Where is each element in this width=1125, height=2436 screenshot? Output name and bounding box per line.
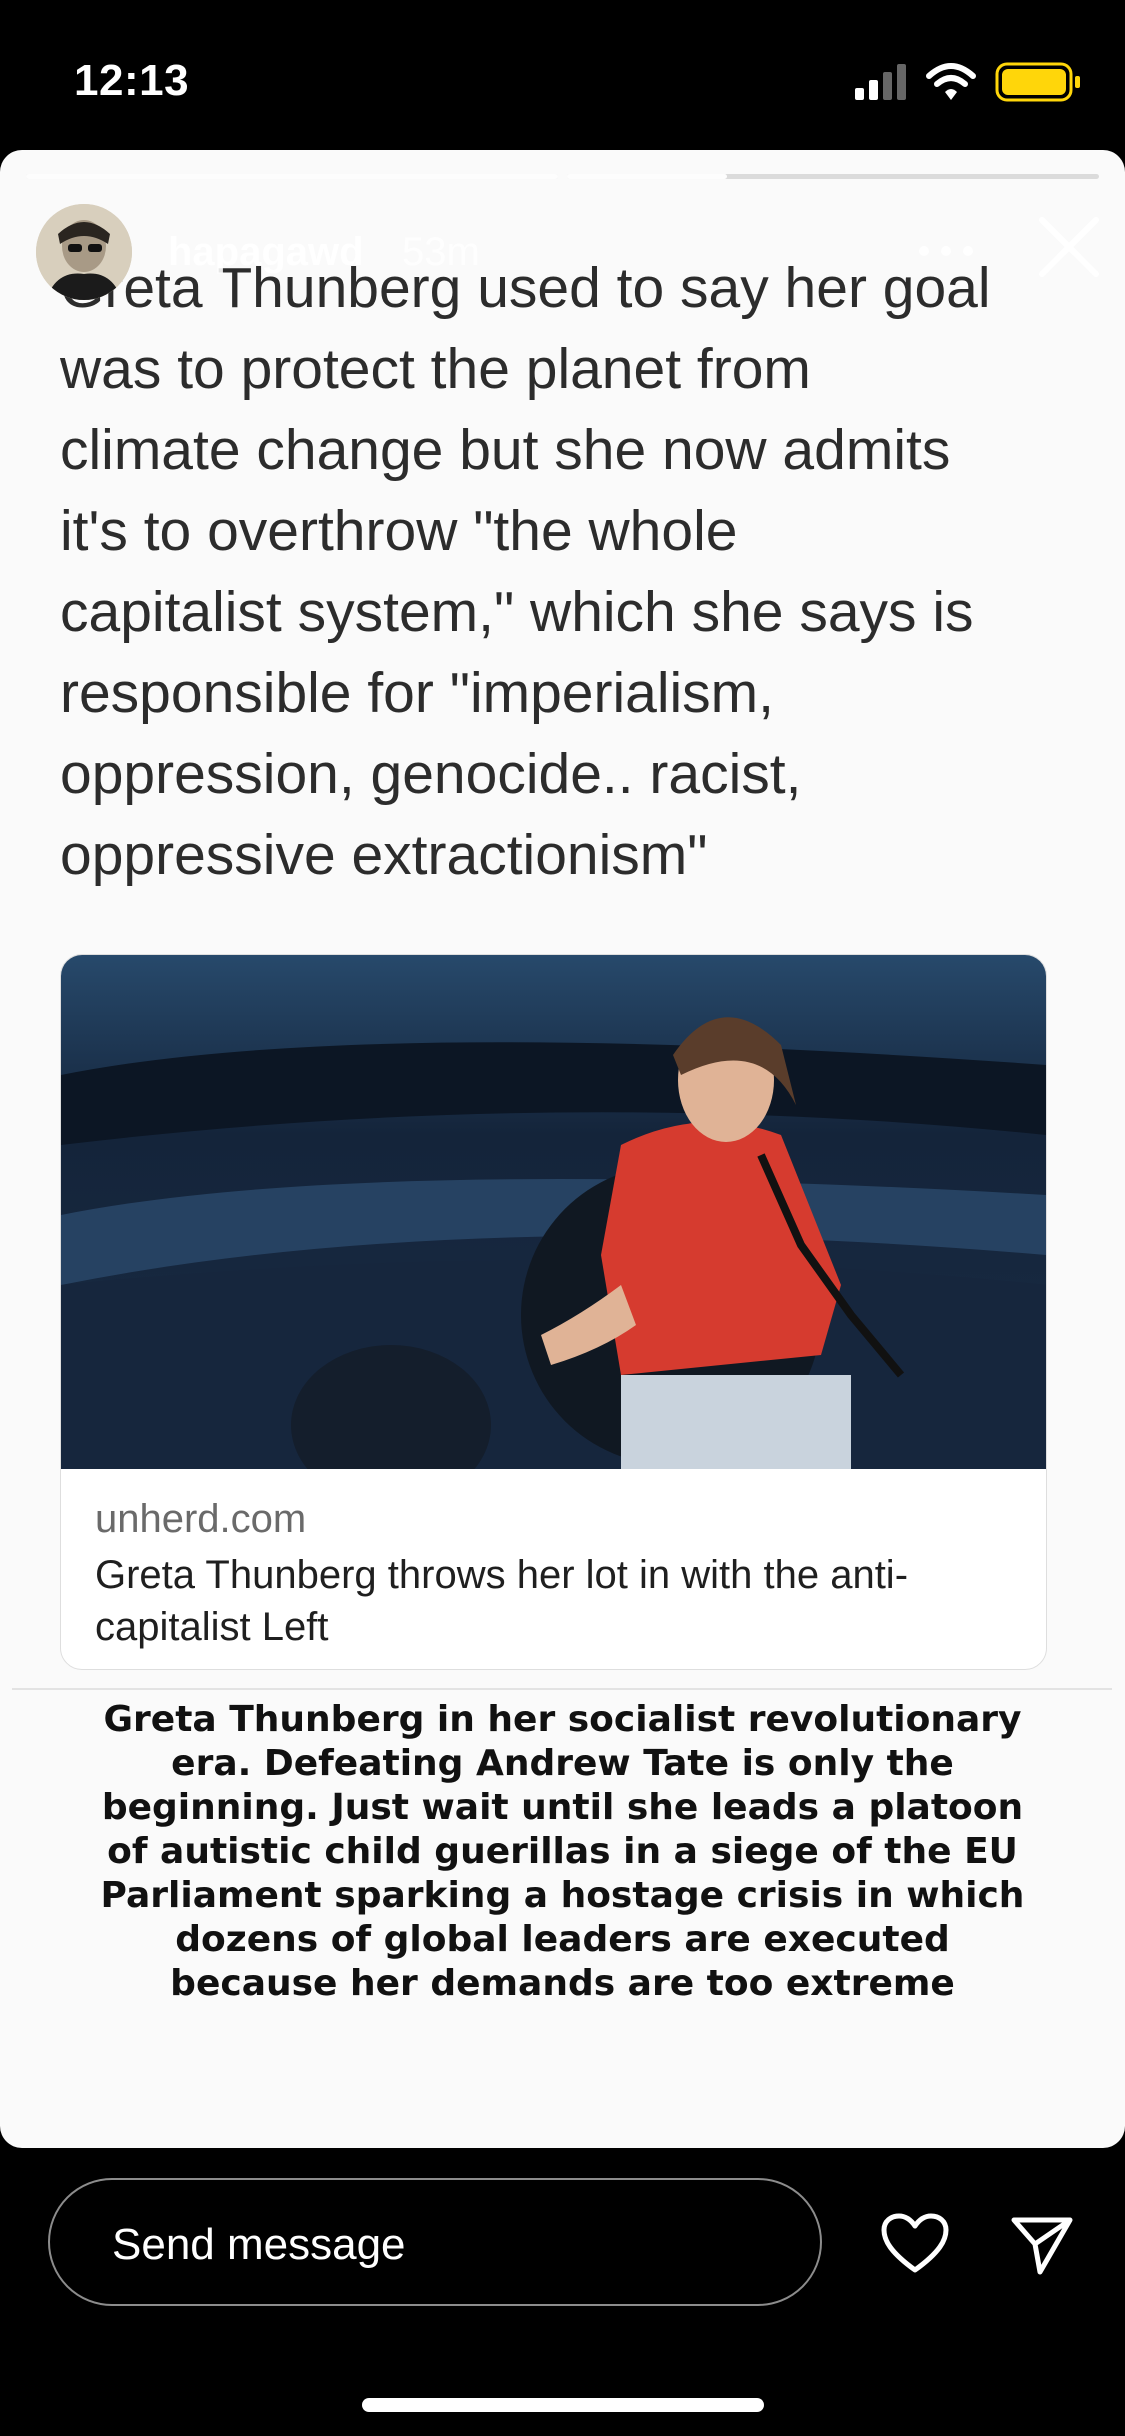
article-image: [61, 955, 1046, 1469]
home-indicator: [362, 2398, 764, 2412]
divider: [12, 1688, 1112, 1690]
send-message-input[interactable]: Send message: [48, 2178, 822, 2306]
close-icon[interactable]: [1034, 212, 1104, 282]
story-view[interactable]: Greta Thunberg used to say her goal was …: [0, 150, 1125, 2148]
status-time: 12:13: [74, 56, 190, 105]
caption-line: beginning. Just wait until she leads a p…: [101, 1787, 1024, 1828]
tweet-line: capitalist system," which she says is: [60, 580, 974, 644]
caption-line: of autistic child guerillas in a siege o…: [107, 1831, 1018, 1872]
link-preview-card[interactable]: unherd.com Greta Thunberg throws her lot…: [60, 954, 1047, 1670]
tweet-line: responsible for "imperialism,: [60, 661, 774, 725]
avatar[interactable]: [36, 204, 132, 300]
caption-line: era. Defeating Andrew Tate is only the: [171, 1743, 954, 1784]
link-domain: unherd.com: [95, 1497, 307, 1541]
story-age: 53m: [402, 230, 480, 274]
caption-line: Greta Thunberg in her socialist revoluti…: [103, 1699, 1022, 1740]
story-progress: [26, 174, 1099, 180]
reply-bar: Send message: [0, 2148, 1125, 2436]
signal-icon: [855, 64, 906, 100]
story-username[interactable]: hapagawd: [168, 230, 364, 275]
status-icons: [855, 62, 1080, 102]
send-message-placeholder: Send message: [112, 2220, 406, 2269]
progress-segment: [26, 174, 558, 179]
link-title: Greta Thunberg throws her lot in with th…: [95, 1553, 909, 1649]
send-icon[interactable]: [1010, 2214, 1074, 2278]
battery-icon: [995, 62, 1080, 102]
caption-line: because her demands are too extreme: [170, 1963, 955, 2004]
caption-line: dozens of global leaders are executed: [175, 1919, 950, 1960]
caption-line: Parliament sparking a hostage crisis in …: [100, 1875, 1025, 1916]
progress-segment-current: [567, 174, 1099, 179]
tweet-line: climate change but she now admits: [60, 418, 951, 482]
tweet-line: oppression, genocide.. racist,: [60, 742, 802, 806]
story-header: hapagawd 53m: [36, 202, 1099, 302]
tweet-line: was to protect the planet from: [60, 337, 811, 401]
status-bar: 12:13: [0, 0, 1125, 150]
tweet-text: Greta Thunberg used to say her goal was …: [60, 248, 1060, 896]
tweet-line: it's to overthrow "the whole: [60, 499, 738, 563]
more-icon[interactable]: [916, 244, 976, 258]
tweet-line: oppressive extractionism": [60, 823, 708, 887]
heart-icon[interactable]: [880, 2212, 950, 2276]
wifi-icon: [926, 63, 976, 100]
story-caption: Greta Thunberg in her socialist revoluti…: [60, 1698, 1065, 2006]
